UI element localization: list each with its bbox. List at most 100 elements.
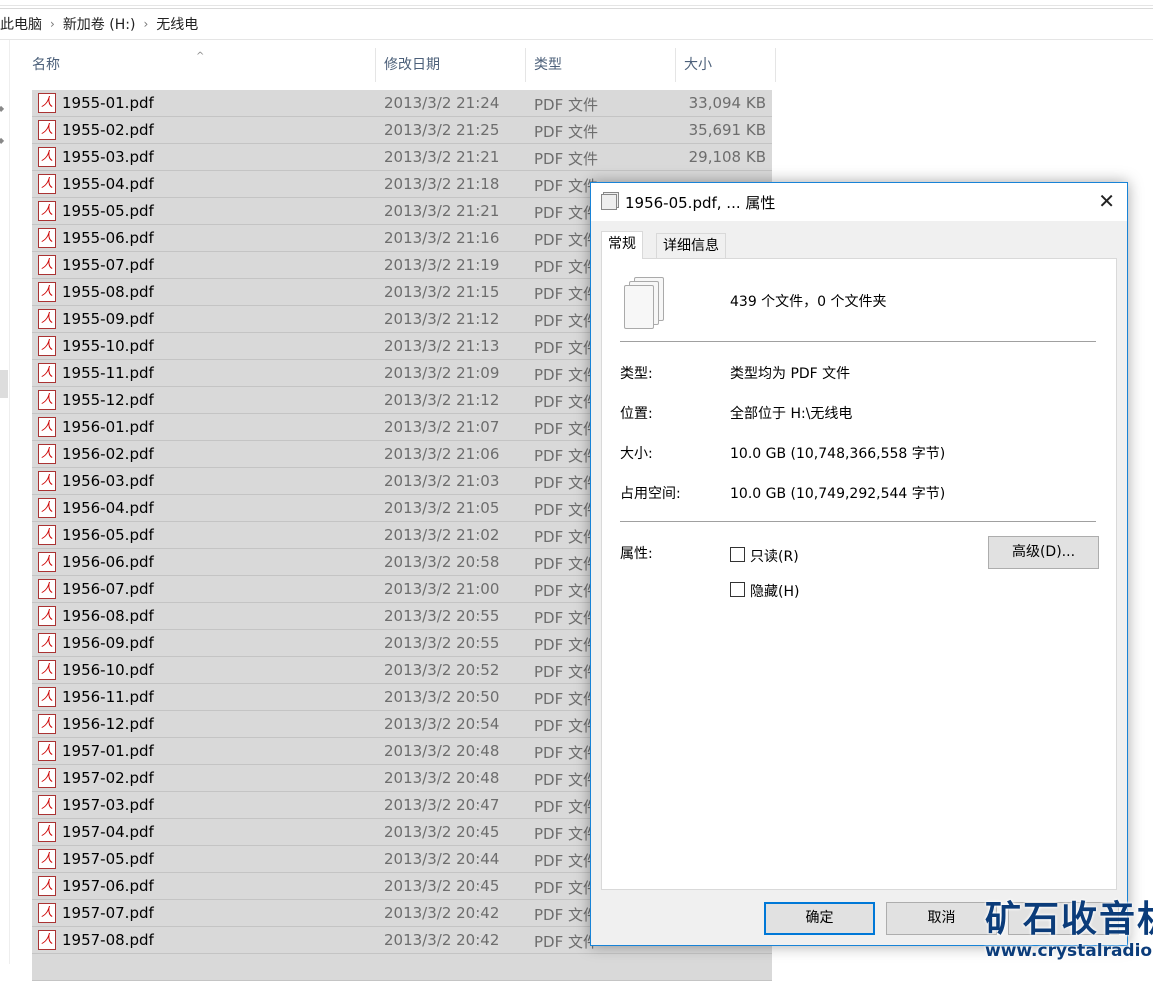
file-name: 1955-01.pdf bbox=[62, 94, 154, 112]
ok-button[interactable]: 确定 bbox=[764, 902, 875, 935]
pdf-file-icon bbox=[38, 579, 56, 599]
file-date: 2013/3/2 20:42 bbox=[384, 931, 500, 949]
breadcrumb-drive[interactable]: 新加卷 (H:) bbox=[63, 14, 136, 34]
file-date: 2013/3/2 21:03 bbox=[384, 472, 500, 490]
pin-icon: ◆ bbox=[0, 104, 5, 113]
advanced-button[interactable]: 高级(D)... bbox=[988, 536, 1099, 569]
file-name: 1955-04.pdf bbox=[62, 175, 154, 193]
multiple-files-icon bbox=[601, 194, 617, 210]
toolbar-strip bbox=[0, 0, 1153, 6]
file-name: 1955-05.pdf bbox=[62, 202, 154, 220]
file-type: PDF 文件 bbox=[534, 96, 598, 114]
file-type: PDF 文件 bbox=[534, 798, 598, 816]
close-icon[interactable]: ✕ bbox=[1098, 189, 1115, 213]
breadcrumb-this-pc[interactable]: 此电脑 bbox=[0, 14, 42, 34]
file-date: 2013/3/2 20:44 bbox=[384, 850, 500, 868]
file-row[interactable]: 1955-03.pdf 2013/3/2 21:21 PDF 文件 29,108… bbox=[32, 144, 772, 171]
pdf-file-icon bbox=[38, 876, 56, 896]
size-label: 大小: bbox=[620, 446, 653, 462]
column-header-size[interactable]: 大小 bbox=[676, 48, 776, 82]
file-type: PDF 文件 bbox=[534, 582, 598, 600]
file-date: 2013/3/2 20:47 bbox=[384, 796, 500, 814]
chevron-right-icon[interactable]: › bbox=[50, 17, 55, 31]
column-header-name[interactable]: 名称 ^ bbox=[24, 48, 376, 82]
pdf-file-icon bbox=[38, 228, 56, 248]
file-size: 35,691 KB bbox=[688, 121, 766, 139]
disk-size-value: 10.0 GB (10,749,292,544 字节) bbox=[730, 486, 946, 502]
file-date: 2013/3/2 20:55 bbox=[384, 634, 500, 652]
file-name: 1956-01.pdf bbox=[62, 418, 154, 436]
file-date: 2013/3/2 20:52 bbox=[384, 661, 500, 679]
file-type: PDF 文件 bbox=[534, 663, 598, 681]
readonly-checkbox[interactable] bbox=[730, 547, 745, 562]
file-name: 1957-02.pdf bbox=[62, 769, 154, 787]
pdf-file-icon bbox=[38, 633, 56, 653]
hidden-checkbox[interactable] bbox=[730, 582, 745, 597]
column-header-type[interactable]: 类型 bbox=[526, 48, 676, 82]
navigation-pane[interactable]: ◆ ◆ bbox=[0, 40, 10, 964]
file-name: 1955-08.pdf bbox=[62, 283, 154, 301]
location-label: 位置: bbox=[620, 406, 653, 422]
cancel-button[interactable]: 取消 bbox=[886, 902, 997, 935]
pdf-file-icon bbox=[38, 309, 56, 329]
file-type: PDF 文件 bbox=[534, 501, 598, 519]
watermark-logo: 矿石收音机 www.crystalradio.cn bbox=[985, 899, 1153, 962]
file-type: PDF 文件 bbox=[534, 420, 598, 438]
file-type: PDF 文件 bbox=[534, 150, 598, 168]
file-name: 1957-08.pdf bbox=[62, 931, 154, 949]
file-type: PDF 文件 bbox=[534, 771, 598, 789]
hidden-label[interactable]: 隐藏(H) bbox=[750, 581, 799, 601]
file-name: 1955-09.pdf bbox=[62, 310, 154, 328]
readonly-label[interactable]: 只读(R) bbox=[750, 546, 799, 566]
file-name: 1956-07.pdf bbox=[62, 580, 154, 598]
file-type: PDF 文件 bbox=[534, 258, 598, 276]
pdf-file-icon bbox=[38, 417, 56, 437]
file-type: PDF 文件 bbox=[534, 717, 598, 735]
file-row-partial[interactable] bbox=[32, 954, 772, 981]
file-date: 2013/3/2 21:15 bbox=[384, 283, 500, 301]
divider bbox=[620, 521, 1096, 522]
tab-general[interactable]: 常规 bbox=[601, 231, 643, 259]
file-type: PDF 文件 bbox=[534, 339, 598, 357]
dialog-title-bar[interactable]: 1956-05.pdf, ... 属性 bbox=[591, 183, 1127, 221]
file-type: PDF 文件 bbox=[534, 312, 598, 330]
tab-details[interactable]: 详细信息 bbox=[656, 233, 726, 259]
file-type: PDF 文件 bbox=[534, 933, 598, 951]
pdf-file-icon bbox=[38, 930, 56, 950]
file-date: 2013/3/2 21:05 bbox=[384, 499, 500, 517]
file-name: 1957-03.pdf bbox=[62, 796, 154, 814]
pdf-file-icon bbox=[38, 822, 56, 842]
file-name: 1957-07.pdf bbox=[62, 904, 154, 922]
pdf-file-icon bbox=[38, 444, 56, 464]
file-type: PDF 文件 bbox=[534, 852, 598, 870]
file-name: 1956-12.pdf bbox=[62, 715, 154, 733]
breadcrumb-folder[interactable]: 无线电 bbox=[156, 14, 198, 34]
file-row[interactable]: 1955-02.pdf 2013/3/2 21:25 PDF 文件 35,691… bbox=[32, 117, 772, 144]
pdf-file-icon bbox=[38, 255, 56, 275]
pdf-file-icon bbox=[38, 606, 56, 626]
chevron-right-icon[interactable]: › bbox=[143, 17, 148, 31]
multiple-files-icon bbox=[624, 277, 664, 329]
properties-dialog: 1956-05.pdf, ... 属性 ✕ 常规 详细信息 439 个文件，0 … bbox=[590, 182, 1128, 946]
general-panel: 439 个文件，0 个文件夹 类型: 类型均为 PDF 文件 位置: 全部位于 … bbox=[601, 258, 1117, 890]
column-header-date[interactable]: 修改日期 bbox=[376, 48, 526, 82]
file-size: 29,108 KB bbox=[688, 148, 766, 166]
file-date: 2013/3/2 20:54 bbox=[384, 715, 500, 733]
pdf-file-icon bbox=[38, 525, 56, 545]
divider bbox=[620, 341, 1096, 342]
file-type: PDF 文件 bbox=[534, 285, 598, 303]
file-type: PDF 文件 bbox=[534, 123, 598, 141]
pdf-file-icon bbox=[38, 795, 56, 815]
pdf-file-icon bbox=[38, 336, 56, 356]
file-type: PDF 文件 bbox=[534, 177, 598, 195]
file-type: PDF 文件 bbox=[534, 906, 598, 924]
location-value: 全部位于 H:\无线电 bbox=[730, 406, 853, 422]
file-name: 1955-03.pdf bbox=[62, 148, 154, 166]
file-type: PDF 文件 bbox=[534, 204, 598, 222]
disk-size-label: 占用空间: bbox=[620, 486, 681, 502]
nav-selected-item[interactable] bbox=[0, 370, 8, 398]
file-date: 2013/3/2 20:45 bbox=[384, 823, 500, 841]
file-name: 1956-05.pdf bbox=[62, 526, 154, 544]
file-row[interactable]: 1955-01.pdf 2013/3/2 21:24 PDF 文件 33,094… bbox=[32, 90, 772, 117]
file-type: PDF 文件 bbox=[534, 528, 598, 546]
